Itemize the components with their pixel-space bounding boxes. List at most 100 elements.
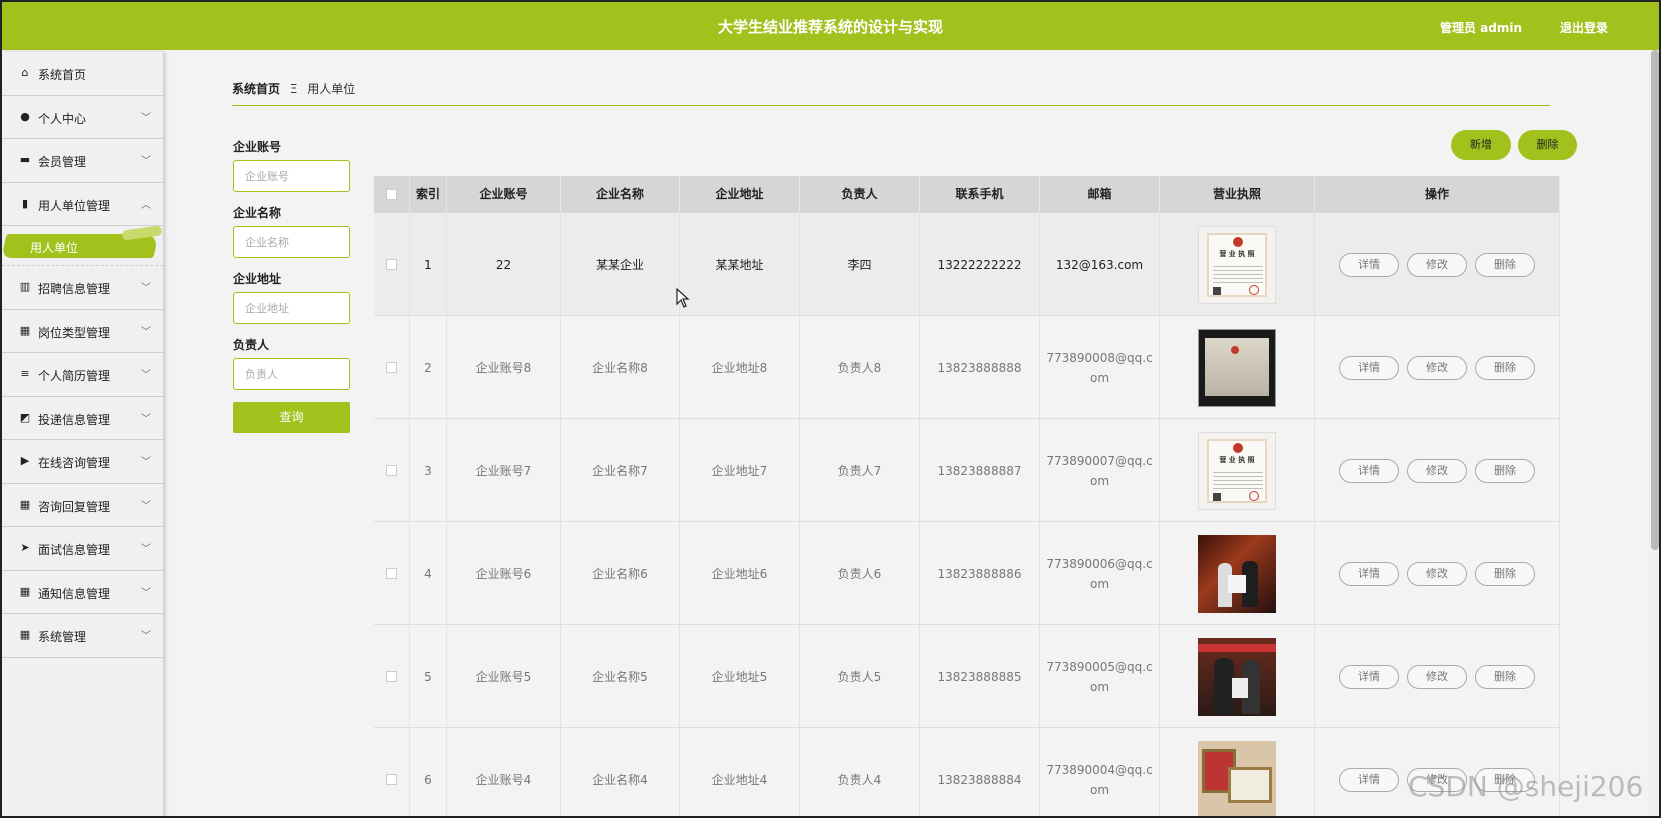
cell-name: 企业名称8 — [561, 316, 680, 419]
detail-button[interactable]: 详情 — [1339, 561, 1399, 586]
row-checkbox[interactable] — [386, 259, 397, 270]
sidebar-item-7[interactable]: ◩ 投递信息管理 ﹀ — [2, 397, 163, 440]
delete-button[interactable]: 删除 — [1475, 252, 1535, 277]
chevron-down-icon: ﹀ — [141, 500, 151, 512]
cell-phone: 13823888886 — [920, 522, 1040, 625]
logout-link[interactable]: 退出登录 — [1560, 19, 1608, 36]
row-checkbox[interactable] — [386, 568, 397, 579]
breadcrumb-home[interactable]: 系统首页 — [232, 82, 280, 96]
edit-button[interactable]: 修改 — [1407, 458, 1467, 483]
edit-button[interactable]: 修改 — [1407, 561, 1467, 586]
sidebar-item-1[interactable]: ● 个人中心 ﹀ — [2, 96, 163, 139]
sidebar-subitem-company[interactable]: 用人单位 — [1, 225, 163, 266]
edit-button[interactable]: 修改 — [1407, 664, 1467, 689]
sidebar-item-2[interactable]: ▬ 会员管理 ﹀ — [2, 139, 163, 183]
company-table: 索引 企业账号 企业名称 企业地址 负责人 联系手机 邮箱 营业执照 操作 1 22 某某企业 某某地… — [374, 176, 1560, 818]
cell-index: 2 — [410, 316, 447, 419]
row-checkbox[interactable] — [386, 774, 397, 785]
sidebar-item-6[interactable]: ≡ 个人简历管理 ﹀ — [2, 353, 163, 397]
send-icon: ➤ — [20, 541, 30, 554]
cell-index: 5 — [410, 625, 447, 728]
delete-button[interactable]: 删除 — [1475, 664, 1535, 689]
cell-name: 企业名称7 — [561, 419, 680, 522]
license-thumbnail[interactable] — [1198, 534, 1276, 613]
sidebar-item-11[interactable]: ▦ 通知信息管理 ﹀ — [2, 571, 163, 614]
cell-license — [1160, 728, 1315, 818]
cell-address: 企业地址4 — [680, 728, 800, 818]
row-checkbox-cell — [374, 419, 410, 522]
detail-button[interactable]: 详情 — [1339, 664, 1399, 689]
sidebar-item-8[interactable]: ▶ 在线咨询管理 ﹀ — [2, 440, 163, 484]
cell-email: 773890005@qq.com — [1040, 625, 1160, 728]
license-thumbnail[interactable]: 营 业 执 照 — [1198, 225, 1276, 304]
line-chart-icon: ◩ — [19, 410, 31, 424]
column-header-address: 企业地址 — [680, 176, 800, 213]
cell-email-text: 773890008@qq.com — [1046, 350, 1153, 385]
query-button[interactable]: 查询 — [233, 402, 350, 433]
detail-button[interactable]: 详情 — [1339, 252, 1399, 277]
cell-license: 营 业 执 照 — [1160, 213, 1315, 316]
edit-button[interactable]: 修改 — [1407, 252, 1467, 277]
account-search-input[interactable] — [233, 160, 350, 192]
person-search-input[interactable] — [233, 358, 350, 390]
sidebar-item-10[interactable]: ➤ 面试信息管理 ﹀ — [2, 527, 163, 571]
license-thumbnail[interactable] — [1198, 637, 1276, 716]
cell-name: 企业名称6 — [561, 522, 680, 625]
name-search-input[interactable] — [233, 226, 350, 258]
cell-account: 企业账号6 — [447, 522, 561, 625]
chevron-down-icon: ﹀ — [141, 413, 151, 425]
license-thumbnail[interactable]: 营 业 执 照 — [1198, 431, 1276, 510]
detail-button[interactable]: 详情 — [1339, 458, 1399, 483]
page-scrollbar[interactable] — [1649, 50, 1661, 818]
cell-account: 企业账号8 — [447, 316, 561, 419]
cell-email-text: 773890006@qq.com — [1046, 556, 1153, 591]
address-search-input[interactable] — [233, 292, 350, 324]
clipboard-icon: ▮ — [21, 196, 29, 210]
row-checkbox[interactable] — [386, 465, 397, 476]
cell-index: 3 — [410, 419, 447, 522]
top-header-bar: 大学生结业推荐系统的设计与实现 管理员 admin 退出登录 — [0, 0, 1661, 50]
edit-button[interactable]: 修改 — [1407, 355, 1467, 380]
cell-address: 企业地址7 — [680, 419, 800, 522]
delete-button[interactable]: 删除 — [1475, 355, 1535, 380]
row-checkbox[interactable] — [386, 362, 397, 373]
sidebar-item-label: 个人中心 — [38, 111, 87, 126]
cell-address: 企业地址8 — [680, 316, 800, 419]
detail-button[interactable]: 详情 — [1339, 355, 1399, 380]
cell-account: 企业账号4 — [447, 728, 561, 818]
batch-delete-button[interactable]: 删除 — [1518, 130, 1577, 160]
column-header-name: 企业名称 — [561, 176, 680, 213]
system-title: 大学生结业推荐系统的设计与实现 — [717, 18, 943, 36]
delete-button[interactable]: 删除 — [1475, 561, 1535, 586]
license-thumbnail[interactable] — [1198, 328, 1276, 407]
person-search-label: 负责人 — [233, 338, 270, 352]
sidebar-item-label: 咨询回复管理 — [38, 499, 111, 514]
delete-button[interactable]: 删除 — [1475, 458, 1535, 483]
sidebar-item-12[interactable]: ▦ 系统管理 ﹀ — [2, 614, 163, 658]
account-search-label: 企业账号 — [233, 140, 282, 154]
address-search-label: 企业地址 — [233, 272, 282, 286]
cell-address: 某某地址 — [680, 213, 800, 316]
detail-button[interactable]: 详情 — [1339, 767, 1399, 792]
license-thumbnail[interactable] — [1198, 740, 1276, 818]
chevron-down-icon: ﹀ — [141, 112, 151, 124]
sidebar-item-9[interactable]: ▦ 咨询回复管理 ﹀ — [2, 484, 163, 527]
scrollbar-thumb[interactable] — [1651, 50, 1659, 550]
chevron-up-icon: ︿ — [141, 199, 151, 211]
row-checkbox-cell — [374, 625, 410, 728]
breadcrumb-separator: Ξ — [289, 82, 298, 96]
cell-name: 企业名称5 — [561, 625, 680, 728]
select-all-checkbox[interactable] — [374, 176, 410, 213]
sidebar-item-5[interactable]: ▦ 岗位类型管理 ﹀ — [2, 310, 163, 353]
sidebar-item-4[interactable]: ▥ 招聘信息管理 ﹀ — [2, 266, 163, 310]
sidebar-subitem-label: 用人单位 — [30, 241, 79, 255]
row-checkbox[interactable] — [386, 671, 397, 682]
cell-ops: 详情 修改 删除 — [1315, 522, 1560, 625]
cell-name: 企业名称4 — [561, 728, 680, 818]
grid-icon: ▦ — [19, 323, 31, 337]
sidebar-item-3[interactable]: ▮ 用人单位管理 ︿ — [2, 183, 163, 226]
table-row: 4 企业账号6 企业名称6 企业地址6 负责人6 13823888886 773890006… — [374, 522, 1560, 625]
column-header-ops: 操作 — [1315, 176, 1560, 213]
sidebar-item-0[interactable]: ⌂ 系统首页 — [2, 52, 163, 96]
add-button[interactable]: 新增 — [1451, 130, 1511, 160]
